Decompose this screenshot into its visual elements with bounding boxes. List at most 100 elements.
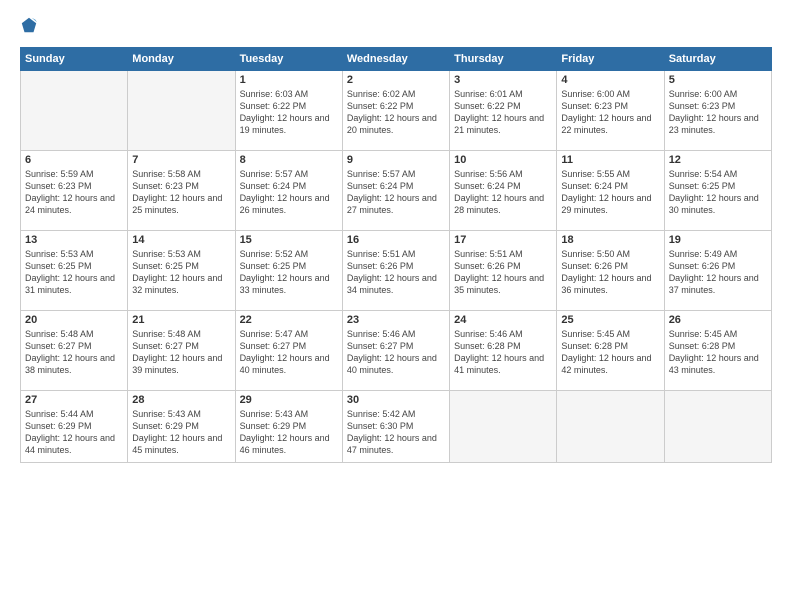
calendar-cell: 18 Sunrise: 5:50 AM Sunset: 6:26 PM Dayli…: [557, 231, 664, 311]
day-number: 18: [561, 234, 659, 246]
weekday-header-wednesday: Wednesday: [342, 48, 449, 71]
calendar-cell: 29 Sunrise: 5:43 AM Sunset: 6:29 PM Dayli…: [235, 391, 342, 463]
calendar-cell: 6Sunrise: 5:59 AM Sunset: 6:23 PM Daylig…: [21, 151, 128, 231]
day-number: 2: [347, 74, 445, 86]
day-number: 22: [240, 314, 338, 326]
day-info: Sunrise: 6:00 AM Sunset: 6:23 PM Dayligh…: [561, 88, 659, 137]
calendar-cell: 27 Sunrise: 5:44 AM Sunset: 6:29 PM Dayli…: [21, 391, 128, 463]
day-info: Sunrise: 5:49 AM Sunset: 6:26 PM Dayligh…: [669, 248, 767, 297]
day-info: Sunrise: 6:00 AM Sunset: 6:23 PM Dayligh…: [669, 88, 767, 137]
day-number: 15: [240, 234, 338, 246]
day-number: 24: [454, 314, 552, 326]
day-info: Sunrise: 5:46 AM Sunset: 6:28 PM Dayligh…: [454, 328, 552, 377]
calendar-cell: 25 Sunrise: 5:45 AM Sunset: 6:28 PM Dayli…: [557, 311, 664, 391]
day-number: 17: [454, 234, 552, 246]
calendar-cell: 30 Sunrise: 5:42 AM Sunset: 6:30 PM Dayli…: [342, 391, 449, 463]
day-number: 25: [561, 314, 659, 326]
weekday-header-sunday: Sunday: [21, 48, 128, 71]
weekday-header-saturday: Saturday: [664, 48, 771, 71]
calendar-cell: 15Sunrise: 5:52 AM Sunset: 6:25 PM Dayli…: [235, 231, 342, 311]
calendar-body: 1 Sunrise: 6:03 AM Sunset: 6:22 PM Daylig…: [21, 71, 772, 463]
day-number: 5: [669, 74, 767, 86]
calendar: SundayMondayTuesdayWednesdayThursdayFrid…: [20, 47, 772, 463]
calendar-cell: 13 Sunrise: 5:53 AM Sunset: 6:25 PM Dayli…: [21, 231, 128, 311]
day-number: 13: [25, 234, 123, 246]
calendar-cell: 21Sunrise: 5:48 AM Sunset: 6:27 PM Dayli…: [128, 311, 235, 391]
day-number: 7: [132, 154, 230, 166]
day-number: 3: [454, 74, 552, 86]
day-info: Sunrise: 5:53 AM Sunset: 6:25 PM Dayligh…: [25, 248, 123, 297]
calendar-week-1: 1 Sunrise: 6:03 AM Sunset: 6:22 PM Daylig…: [21, 71, 772, 151]
weekday-header-row: SundayMondayTuesdayWednesdayThursdayFrid…: [21, 48, 772, 71]
day-info: Sunrise: 5:54 AM Sunset: 6:25 PM Dayligh…: [669, 168, 767, 217]
calendar-cell: 5 Sunrise: 6:00 AM Sunset: 6:23 PM Daylig…: [664, 71, 771, 151]
day-info: Sunrise: 5:45 AM Sunset: 6:28 PM Dayligh…: [561, 328, 659, 377]
calendar-week-2: 6Sunrise: 5:59 AM Sunset: 6:23 PM Daylig…: [21, 151, 772, 231]
day-number: 16: [347, 234, 445, 246]
day-info: Sunrise: 5:53 AM Sunset: 6:25 PM Dayligh…: [132, 248, 230, 297]
day-number: 9: [347, 154, 445, 166]
day-info: Sunrise: 5:50 AM Sunset: 6:26 PM Dayligh…: [561, 248, 659, 297]
day-info: Sunrise: 5:51 AM Sunset: 6:26 PM Dayligh…: [454, 248, 552, 297]
day-info: Sunrise: 6:01 AM Sunset: 6:22 PM Dayligh…: [454, 88, 552, 137]
day-number: 29: [240, 394, 338, 406]
day-number: 28: [132, 394, 230, 406]
logo: [20, 16, 40, 39]
calendar-cell: 22 Sunrise: 5:47 AM Sunset: 6:27 PM Dayli…: [235, 311, 342, 391]
day-info: Sunrise: 5:51 AM Sunset: 6:26 PM Dayligh…: [347, 248, 445, 297]
calendar-cell: 17 Sunrise: 5:51 AM Sunset: 6:26 PM Dayli…: [450, 231, 557, 311]
day-info: Sunrise: 6:03 AM Sunset: 6:22 PM Dayligh…: [240, 88, 338, 137]
day-info: Sunrise: 5:45 AM Sunset: 6:28 PM Dayligh…: [669, 328, 767, 377]
day-number: 27: [25, 394, 123, 406]
day-number: 21: [132, 314, 230, 326]
calendar-cell: 8 Sunrise: 5:57 AM Sunset: 6:24 PM Daylig…: [235, 151, 342, 231]
day-number: 23: [347, 314, 445, 326]
calendar-cell: [21, 71, 128, 151]
weekday-header-friday: Friday: [557, 48, 664, 71]
day-number: 1: [240, 74, 338, 86]
logo-icon: [20, 16, 38, 34]
calendar-cell: 19Sunrise: 5:49 AM Sunset: 6:26 PM Dayli…: [664, 231, 771, 311]
header: [20, 16, 772, 39]
calendar-cell: 12Sunrise: 5:54 AM Sunset: 6:25 PM Dayli…: [664, 151, 771, 231]
day-info: Sunrise: 5:55 AM Sunset: 6:24 PM Dayligh…: [561, 168, 659, 217]
day-info: Sunrise: 5:47 AM Sunset: 6:27 PM Dayligh…: [240, 328, 338, 377]
calendar-cell: 24 Sunrise: 5:46 AM Sunset: 6:28 PM Dayli…: [450, 311, 557, 391]
day-number: 26: [669, 314, 767, 326]
calendar-cell: [128, 71, 235, 151]
day-number: 14: [132, 234, 230, 246]
calendar-cell: [557, 391, 664, 463]
day-info: Sunrise: 5:43 AM Sunset: 6:29 PM Dayligh…: [240, 408, 338, 457]
day-info: Sunrise: 5:43 AM Sunset: 6:29 PM Dayligh…: [132, 408, 230, 457]
calendar-cell: [664, 391, 771, 463]
calendar-cell: 26 Sunrise: 5:45 AM Sunset: 6:28 PM Dayli…: [664, 311, 771, 391]
calendar-cell: 2Sunrise: 6:02 AM Sunset: 6:22 PM Daylig…: [342, 71, 449, 151]
day-number: 4: [561, 74, 659, 86]
calendar-cell: 3 Sunrise: 6:01 AM Sunset: 6:22 PM Daylig…: [450, 71, 557, 151]
calendar-cell: [450, 391, 557, 463]
calendar-week-5: 27 Sunrise: 5:44 AM Sunset: 6:29 PM Dayli…: [21, 391, 772, 463]
calendar-week-4: 20 Sunrise: 5:48 AM Sunset: 6:27 PM Dayli…: [21, 311, 772, 391]
calendar-cell: 4 Sunrise: 6:00 AM Sunset: 6:23 PM Daylig…: [557, 71, 664, 151]
day-info: Sunrise: 5:42 AM Sunset: 6:30 PM Dayligh…: [347, 408, 445, 457]
calendar-cell: 16 Sunrise: 5:51 AM Sunset: 6:26 PM Dayli…: [342, 231, 449, 311]
calendar-cell: 20 Sunrise: 5:48 AM Sunset: 6:27 PM Dayli…: [21, 311, 128, 391]
calendar-cell: 10Sunrise: 5:56 AM Sunset: 6:24 PM Dayli…: [450, 151, 557, 231]
calendar-cell: 14 Sunrise: 5:53 AM Sunset: 6:25 PM Dayli…: [128, 231, 235, 311]
day-info: Sunrise: 5:48 AM Sunset: 6:27 PM Dayligh…: [25, 328, 123, 377]
calendar-cell: 23 Sunrise: 5:46 AM Sunset: 6:27 PM Dayli…: [342, 311, 449, 391]
day-info: Sunrise: 5:59 AM Sunset: 6:23 PM Dayligh…: [25, 168, 123, 217]
day-info: Sunrise: 5:56 AM Sunset: 6:24 PM Dayligh…: [454, 168, 552, 217]
day-info: Sunrise: 5:44 AM Sunset: 6:29 PM Dayligh…: [25, 408, 123, 457]
page: SundayMondayTuesdayWednesdayThursdayFrid…: [0, 0, 792, 612]
day-number: 30: [347, 394, 445, 406]
day-info: Sunrise: 5:57 AM Sunset: 6:24 PM Dayligh…: [240, 168, 338, 217]
weekday-header-monday: Monday: [128, 48, 235, 71]
calendar-cell: 7 Sunrise: 5:58 AM Sunset: 6:23 PM Daylig…: [128, 151, 235, 231]
day-number: 20: [25, 314, 123, 326]
day-info: Sunrise: 5:58 AM Sunset: 6:23 PM Dayligh…: [132, 168, 230, 217]
day-number: 11: [561, 154, 659, 166]
calendar-cell: 28 Sunrise: 5:43 AM Sunset: 6:29 PM Dayli…: [128, 391, 235, 463]
day-info: Sunrise: 5:46 AM Sunset: 6:27 PM Dayligh…: [347, 328, 445, 377]
day-number: 8: [240, 154, 338, 166]
